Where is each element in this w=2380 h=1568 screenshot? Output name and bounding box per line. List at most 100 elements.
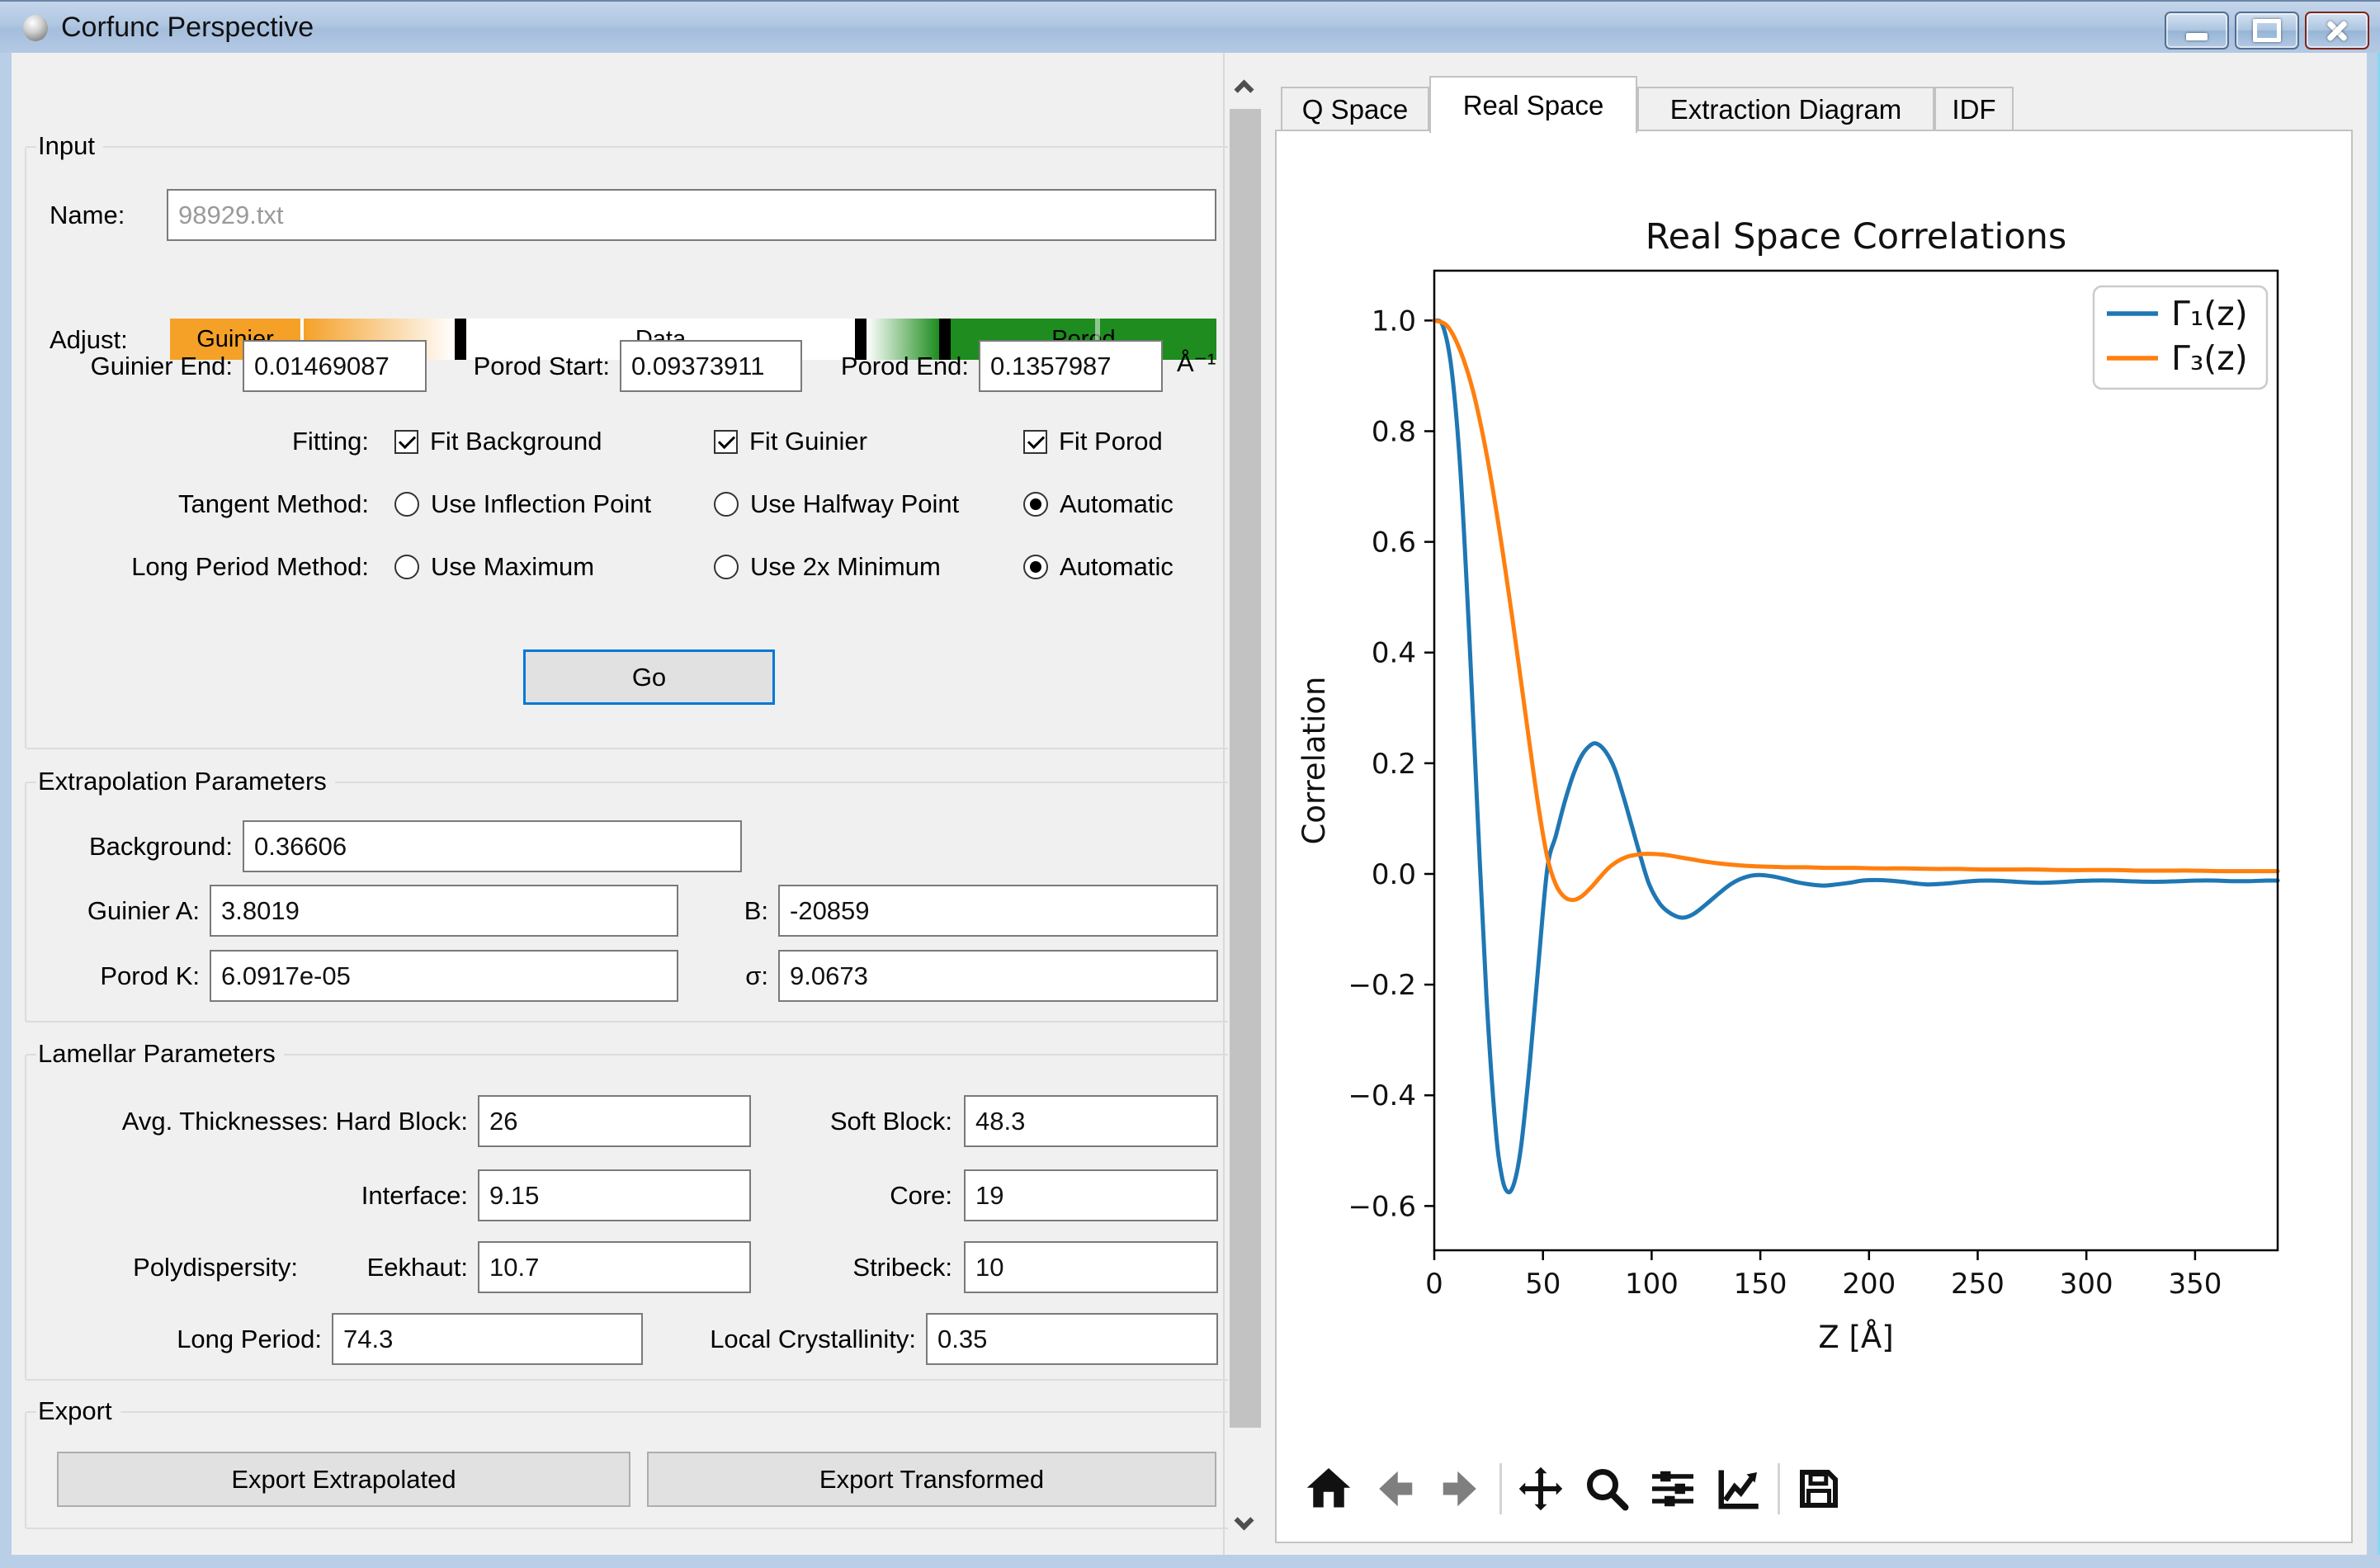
core-label: Core: — [787, 1169, 952, 1221]
save-button[interactable] — [1792, 1462, 1846, 1516]
hard-block-label: Avg. Thicknesses: Hard Block: — [36, 1095, 468, 1147]
scroll-down-icon[interactable] — [1234, 1510, 1254, 1530]
porod-start-label: Porod Start: — [432, 340, 610, 392]
x-tick-label: 100 — [1625, 1268, 1679, 1301]
porod-k-field[interactable] — [210, 950, 678, 1002]
export-group-legend: Export — [36, 1396, 120, 1426]
x-tick-label: 150 — [1734, 1268, 1787, 1301]
fit-porod-checkbox[interactable]: Fit Porod — [1023, 425, 1163, 458]
y-tick-label: 1.0 — [1372, 305, 1416, 338]
long-period-2x-minimum-radio[interactable]: Use 2x Minimum — [714, 550, 941, 583]
soft-block-field[interactable] — [964, 1095, 1218, 1147]
radio-icon — [1023, 492, 1048, 517]
corfunc-perspective-window: Corfunc Perspective Input Name: Adjust: … — [0, 0, 2380, 1568]
y-tick-label: 0.6 — [1372, 527, 1416, 560]
radio-icon — [394, 555, 419, 579]
tangent-halfway-radio[interactable]: Use Halfway Point — [714, 488, 959, 521]
x-tick-label: 50 — [1525, 1268, 1561, 1301]
legend-label-0: Γ₁(z) — [2171, 294, 2248, 333]
sigma-label: σ: — [711, 950, 768, 1002]
window-frame-left — [0, 53, 12, 1568]
checkbox-icon — [1023, 430, 1047, 454]
long-period-maximum-radio[interactable]: Use Maximum — [394, 550, 594, 583]
tab-real-space[interactable]: Real Space — [1429, 76, 1637, 133]
scroll-up-icon[interactable] — [1234, 79, 1254, 99]
name-field[interactable] — [167, 189, 1216, 241]
y-tick-label: −0.6 — [1348, 1190, 1416, 1223]
hard-block-field[interactable] — [478, 1095, 751, 1147]
long-period-field[interactable] — [332, 1313, 643, 1365]
x-axis-label: Z [Å] — [1818, 1319, 1893, 1355]
checkbox-icon — [714, 430, 738, 454]
tangent-inflection-radio[interactable]: Use Inflection Point — [394, 488, 651, 521]
title-bar: Corfunc Perspective — [0, 0, 2380, 53]
guinier-end-field[interactable] — [243, 340, 427, 392]
export-extrapolated-button[interactable]: Export Extrapolated — [57, 1452, 630, 1507]
legend-label-1: Γ₃(z) — [2171, 338, 2248, 378]
zoom-button[interactable] — [1580, 1462, 1634, 1516]
porod-start-field[interactable] — [620, 340, 802, 392]
scrollbar-thumb[interactable] — [1230, 109, 1261, 1428]
tab-idf[interactable]: IDF — [1934, 87, 2014, 131]
y-tick-label: −0.2 — [1348, 969, 1416, 1002]
home-door — [1324, 1492, 1334, 1508]
plot-frame — [1434, 271, 2278, 1250]
stribeck-field[interactable] — [964, 1241, 1218, 1293]
x-tick-label: 250 — [1951, 1268, 2005, 1301]
pan-button[interactable] — [1513, 1462, 1568, 1516]
fit-guinier-checkbox[interactable]: Fit Guinier — [714, 425, 867, 458]
tangent-method-label: Tangent Method: — [94, 488, 369, 521]
y-tick-label: −0.4 — [1348, 1079, 1416, 1112]
long-period-automatic-radio[interactable]: Automatic — [1023, 550, 1173, 583]
tab-extraction-diagram[interactable]: Extraction Diagram — [1637, 87, 1934, 131]
home-button[interactable] — [1301, 1462, 1356, 1516]
core-field[interactable] — [964, 1169, 1218, 1221]
guinier-a-field[interactable] — [210, 885, 678, 937]
y-tick-label: 0.2 — [1372, 748, 1416, 781]
close-button[interactable] — [2305, 12, 2369, 50]
export-transformed-button[interactable]: Export Transformed — [647, 1452, 1216, 1507]
minimize-icon — [2186, 33, 2208, 40]
configure-subplots-button[interactable] — [1646, 1462, 1700, 1516]
background-field[interactable] — [243, 820, 742, 872]
app-icon — [23, 15, 48, 41]
soft-block-label: Soft Block: — [787, 1095, 952, 1147]
x-tick-label: 200 — [1842, 1268, 1896, 1301]
eekhaut-field[interactable] — [478, 1241, 751, 1293]
series-line-0 — [1434, 320, 2278, 1192]
window-title: Corfunc Perspective — [61, 12, 314, 44]
edit-axes-button[interactable] — [1712, 1462, 1766, 1516]
extrapolation-group-legend: Extrapolation Parameters — [36, 767, 335, 796]
minimize-button[interactable] — [2165, 12, 2229, 50]
guinier-end-label: Guinier End: — [36, 340, 233, 392]
window-frame-bottom — [0, 1555, 2380, 1568]
toolbar-separator — [1499, 1463, 1502, 1514]
porod-end-label: Porod End: — [804, 340, 969, 392]
y-tick-label: 0.4 — [1372, 637, 1416, 670]
go-button[interactable]: Go — [523, 649, 775, 705]
interface-label: Interface: — [36, 1169, 468, 1221]
tangent-automatic-radio[interactable]: Automatic — [1023, 488, 1173, 521]
back-button[interactable] — [1367, 1462, 1422, 1516]
tab-q-space[interactable]: Q Space — [1281, 87, 1429, 131]
local-crystallinity-field[interactable] — [926, 1313, 1218, 1365]
forward-button[interactable] — [1433, 1462, 1488, 1516]
guinier-b-field[interactable] — [778, 885, 1218, 937]
corfunc-control-panel: Input Name: Adjust: Guinier Data Porod G… — [12, 53, 1225, 1555]
name-label: Name: — [50, 189, 157, 241]
left-panel-scrollbar[interactable] — [1228, 53, 1263, 1555]
input-group-legend: Input — [36, 131, 103, 161]
inverse-angstrom-unit: Å⁻¹ — [1177, 337, 1235, 389]
fitting-label: Fitting: — [177, 425, 369, 458]
maximize-button[interactable] — [2235, 12, 2299, 50]
radio-icon — [1023, 555, 1048, 579]
maximize-icon — [2253, 19, 2281, 42]
guinier-a-label: Guinier A: — [36, 885, 200, 937]
fit-background-checkbox[interactable]: Fit Background — [394, 425, 602, 458]
stribeck-label: Stribeck: — [787, 1241, 952, 1293]
radio-icon — [714, 555, 739, 579]
polydispersity-label: Polydispersity: — [61, 1241, 298, 1293]
sigma-field[interactable] — [778, 950, 1218, 1002]
porod-end-field[interactable] — [979, 340, 1163, 392]
interface-field[interactable] — [478, 1169, 751, 1221]
